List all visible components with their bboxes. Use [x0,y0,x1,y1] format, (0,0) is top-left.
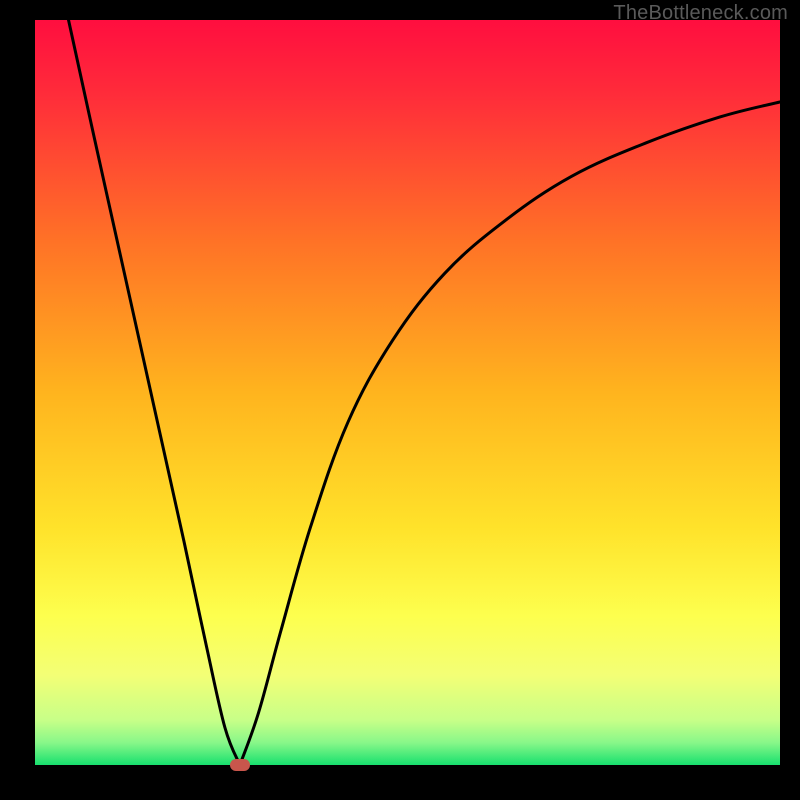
plot-frame [35,20,780,765]
plot-background [35,20,780,765]
minimum-marker [230,759,250,771]
source-watermark: TheBottleneck.com [613,2,788,25]
plot-svg [35,20,780,765]
